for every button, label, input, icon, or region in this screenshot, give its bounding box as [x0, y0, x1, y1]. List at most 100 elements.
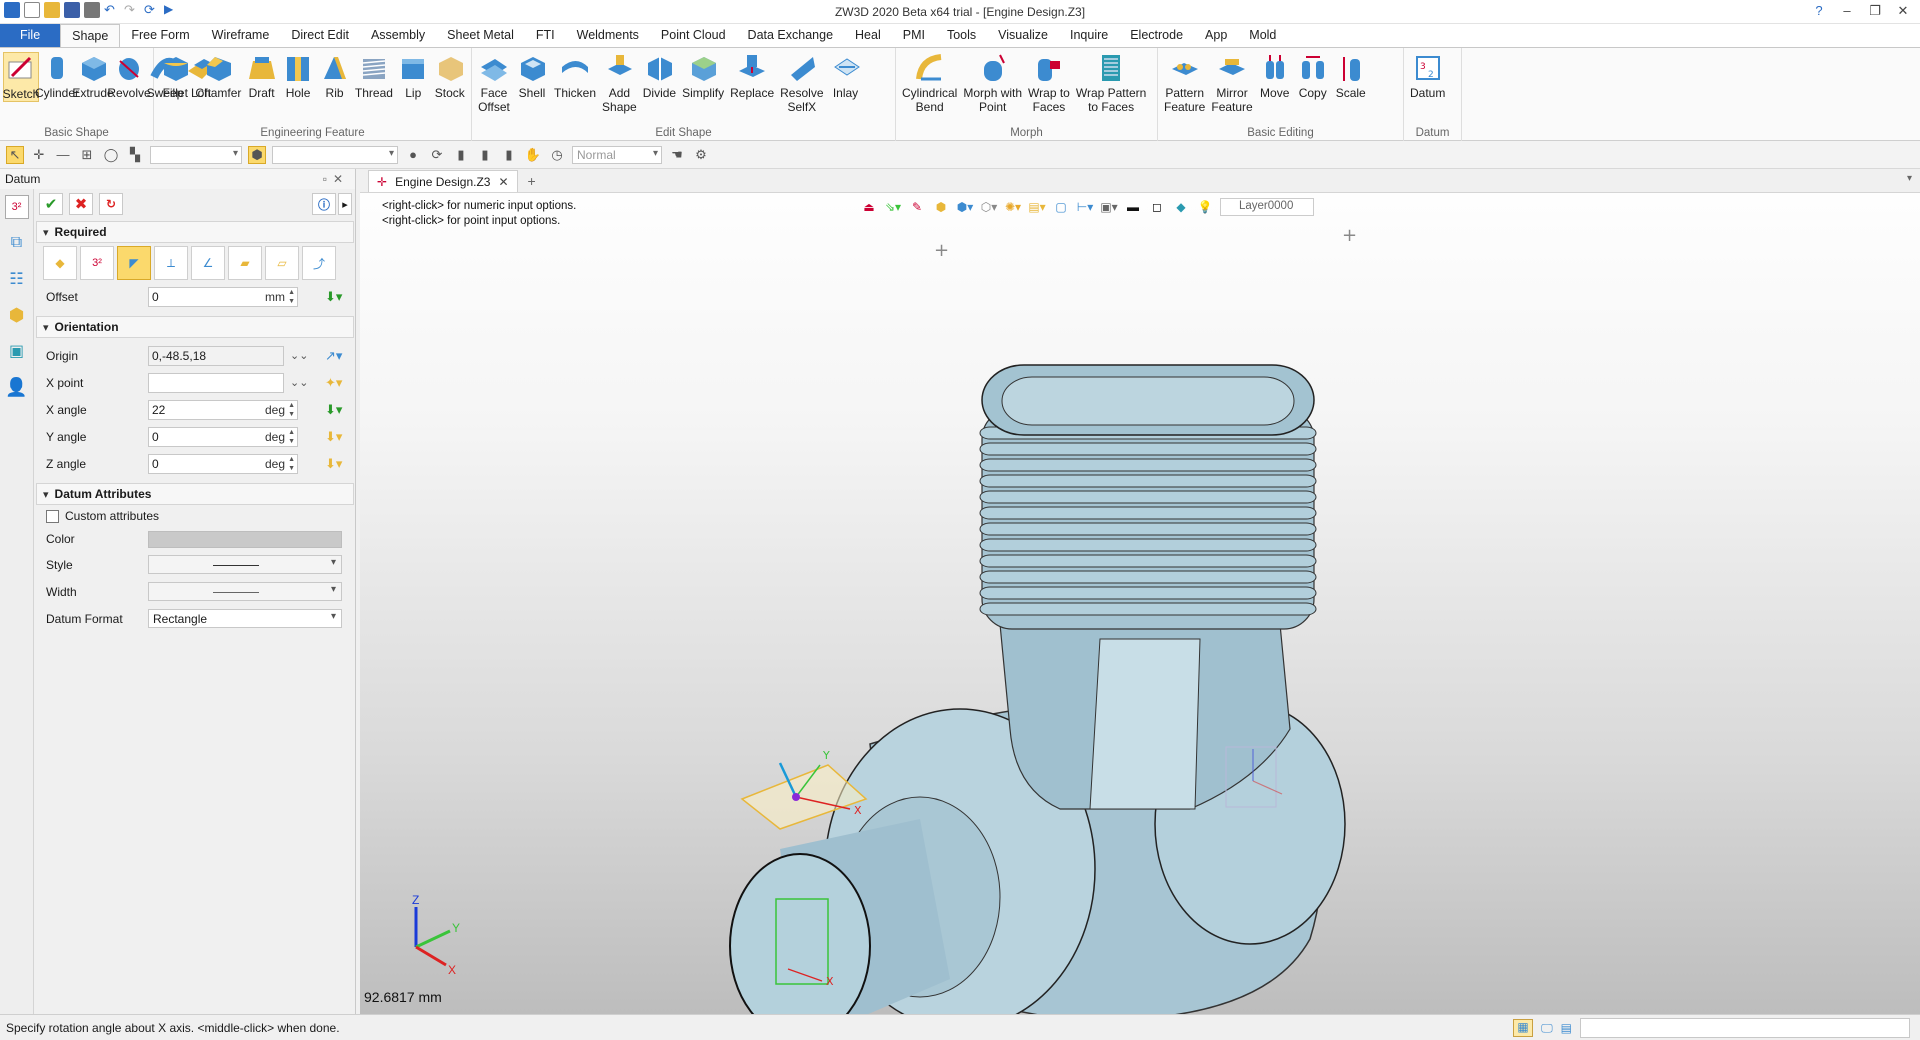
tab-fti[interactable]: FTI: [525, 24, 566, 47]
pin-button[interactable]: ▸: [338, 193, 352, 215]
tab-menu-icon[interactable]: ▾: [1907, 173, 1912, 184]
minimize-button[interactable]: –: [1836, 2, 1858, 20]
tab-weldments[interactable]: Weldments: [566, 24, 650, 47]
datum-by-curve-icon[interactable]: ⤴: [302, 246, 336, 280]
color-icon[interactable]: ◆: [1172, 198, 1190, 216]
display-icon[interactable]: ✺▾: [1004, 198, 1022, 216]
timer-icon[interactable]: ◷: [548, 146, 566, 164]
filter-icon[interactable]: ▚: [126, 146, 144, 164]
datum-by-plane-icon[interactable]: ◤: [117, 246, 151, 280]
style-dropdown[interactable]: [148, 555, 342, 574]
datum-by-xyz-icon[interactable]: 3²: [80, 246, 114, 280]
apply-button[interactable]: ↻: [99, 193, 123, 215]
origin-pick-icon[interactable]: ↗▾: [325, 348, 342, 364]
pick-mode-icon[interactable]: ⇘▾: [884, 198, 902, 216]
datum-by-angle-icon[interactable]: ∠: [191, 246, 225, 280]
offset-spinner[interactable]: ▲ ▼: [288, 288, 295, 306]
assembly-tree-icon[interactable]: ☷: [5, 267, 29, 291]
yangle-input[interactable]: 0 deg ▲ ▼: [148, 426, 298, 447]
zangle-spinner[interactable]: ▲ ▼: [288, 455, 295, 473]
close-icon[interactable]: ✕: [498, 175, 508, 189]
cylindrical-bend-button[interactable]: Cylindrical Bend: [899, 52, 960, 114]
tool-icon[interactable]: ✋: [524, 146, 542, 164]
sketch-button[interactable]: Sketch: [3, 52, 39, 102]
tab-visualize[interactable]: Visualize: [987, 24, 1059, 47]
datum-by-point-icon[interactable]: ◆: [43, 246, 77, 280]
thread-button[interactable]: Thread: [353, 52, 395, 100]
scale-button[interactable]: Scale: [1332, 52, 1370, 100]
new-tab-button[interactable]: +: [518, 170, 546, 192]
ok-button[interactable]: ✔: [39, 193, 63, 215]
chamfer-button[interactable]: Chamfer: [193, 52, 243, 100]
xangle-input[interactable]: 22 deg ▲ ▼: [148, 399, 298, 420]
mirror-feature-button[interactable]: Mirror Feature: [1208, 52, 1255, 114]
divide-button[interactable]: Divide: [640, 52, 679, 100]
tab-sheet-metal[interactable]: Sheet Metal: [436, 24, 525, 47]
zangle-input[interactable]: 0 deg ▲ ▼: [148, 453, 298, 474]
resolve-selfx-button[interactable]: Resolve SelfX: [777, 52, 826, 114]
tab-pmi[interactable]: PMI: [892, 24, 936, 47]
pattern-feature-button[interactable]: Pattern Feature: [1161, 52, 1208, 114]
image-icon[interactable]: ▣: [5, 339, 29, 363]
add-shape-button[interactable]: Add Shape: [599, 52, 640, 114]
thicken-button[interactable]: Thicken: [551, 52, 599, 100]
settings-icon[interactable]: ⚙: [692, 146, 710, 164]
inlay-button[interactable]: Inlay: [827, 52, 865, 100]
wrap-pattern-button[interactable]: Wrap Pattern to Faces: [1073, 52, 1149, 114]
history-tree-icon[interactable]: ⧉: [5, 231, 29, 255]
view-cube-icon[interactable]: ⬡▾: [980, 198, 998, 216]
datum-format-dropdown[interactable]: Rectangle: [148, 609, 342, 628]
extrude-button[interactable]: Extrude: [72, 52, 114, 100]
wrap-to-faces-button[interactable]: Wrap to Faces: [1025, 52, 1073, 114]
offset-options-icon[interactable]: ⬇▾: [325, 289, 342, 305]
close-button[interactable]: ✕: [1892, 2, 1914, 20]
pick-filter-icon[interactable]: ↖: [6, 145, 24, 164]
datum-by-axis-icon[interactable]: ⟂: [154, 246, 188, 280]
snap-icon[interactable]: ⬢: [248, 145, 266, 164]
tab-heal[interactable]: Heal: [844, 24, 892, 47]
circle-select-icon[interactable]: ◯: [102, 146, 120, 164]
hand-icon[interactable]: ☚: [668, 146, 686, 164]
part-icon[interactable]: ⬢: [5, 303, 29, 327]
xpoint-input[interactable]: [148, 372, 284, 393]
move-button[interactable]: Move: [1256, 52, 1294, 100]
filter-dropdown[interactable]: [150, 145, 242, 164]
xangle-spinner[interactable]: ▲ ▼: [288, 401, 295, 419]
doc-tab-engine-design[interactable]: ✛ Engine Design.Z3 ✕: [368, 170, 518, 192]
xpoint-pick-icon[interactable]: ✦▾: [325, 375, 342, 391]
draft-button[interactable]: Draft: [243, 52, 279, 100]
cube-icon[interactable]: ⬢: [932, 198, 950, 216]
tab-mold[interactable]: Mold: [1238, 24, 1287, 47]
section-icon[interactable]: ▤▾: [1028, 198, 1046, 216]
cancel-button[interactable]: ✖: [69, 193, 93, 215]
tab-direct-edit[interactable]: Direct Edit: [280, 24, 360, 47]
minus-icon[interactable]: —: [54, 146, 72, 164]
line-icon[interactable]: ▬: [1124, 198, 1142, 216]
brush-icon[interactable]: ✎: [908, 198, 926, 216]
tab-file[interactable]: File: [0, 24, 61, 47]
datum-by-view-icon[interactable]: ▱: [265, 246, 299, 280]
tab-app[interactable]: App: [1194, 24, 1238, 47]
frame-icon[interactable]: ▢: [1052, 198, 1070, 216]
model-canvas[interactable]: Y X X + +: [360, 169, 1920, 1014]
tab-free-form[interactable]: Free Form: [120, 24, 200, 47]
section-orientation[interactable]: Orientation: [36, 316, 354, 338]
exit-icon[interactable]: ⏏: [860, 198, 878, 216]
entity-dropdown[interactable]: [272, 145, 398, 164]
info-button[interactable]: ⓘ: [312, 193, 336, 215]
zangle-options-icon[interactable]: ⬇▾: [325, 456, 342, 472]
datum-button[interactable]: 3 2 Datum: [1407, 52, 1448, 100]
color-swatch[interactable]: [148, 530, 342, 548]
engine-model[interactable]: Y X X + +: [729, 225, 1357, 1014]
bar3-icon[interactable]: ▮: [500, 146, 518, 164]
bar1-icon[interactable]: ▮: [452, 146, 470, 164]
hole-button[interactable]: Hole: [280, 52, 316, 100]
cylinder-button[interactable]: Cylinder: [35, 52, 79, 100]
fillet-button[interactable]: Fillet: [157, 52, 193, 100]
command-input[interactable]: [1580, 1018, 1910, 1038]
measure-icon[interactable]: ⊢▾: [1076, 198, 1094, 216]
origin-expand-icon[interactable]: ⌄⌄: [290, 349, 308, 362]
morph-with-point-button[interactable]: Morph with Point: [960, 52, 1025, 114]
width-dropdown[interactable]: [148, 582, 342, 601]
revolve-button[interactable]: Revolve: [107, 52, 151, 100]
